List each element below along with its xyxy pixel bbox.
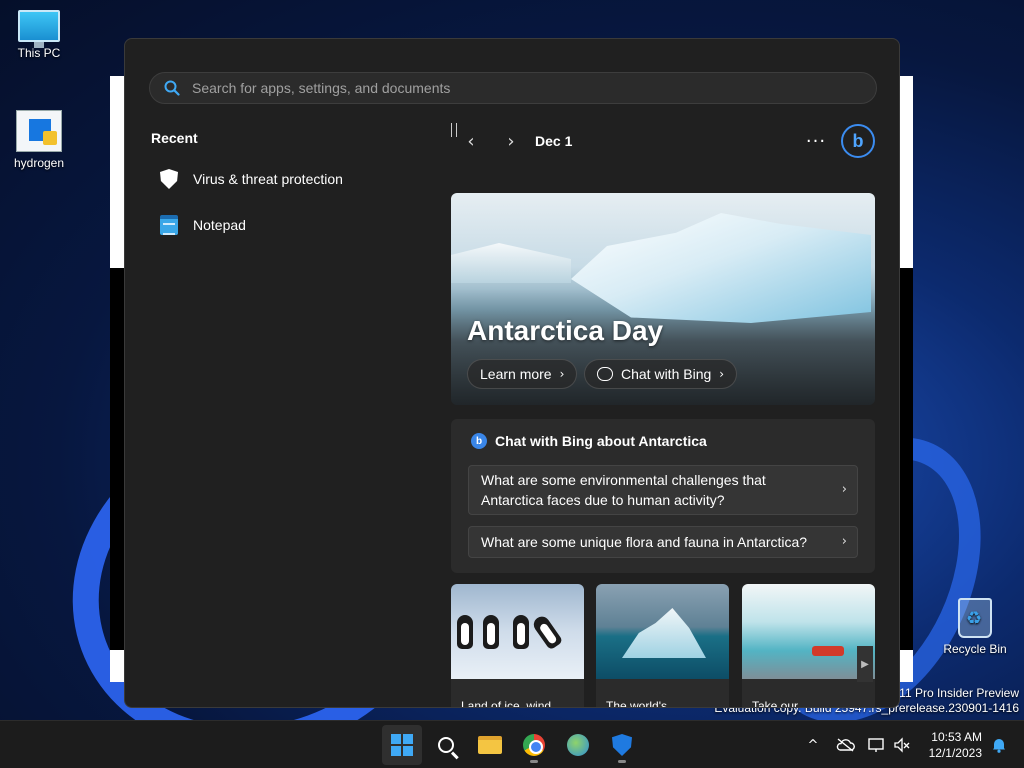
chat-with-bing-label: Chat with Bing — [621, 366, 712, 382]
search-flyout: Recent Virus & threat protection Notepad… — [124, 38, 900, 708]
system-clock[interactable]: 10:53 AM 12/1/2023 — [929, 729, 982, 761]
notifications-button[interactable] — [992, 737, 1006, 753]
recent-item-notepad[interactable]: Notepad — [151, 205, 421, 245]
story-tile[interactable]: Land of ice, wind — [451, 584, 584, 708]
tile-image-ice-cave — [742, 584, 875, 679]
story-tile[interactable]: Take our — [742, 584, 875, 708]
recent-item-virus-threat-protection[interactable]: Virus & threat protection — [151, 159, 421, 199]
tile-caption: The world's — [606, 699, 667, 708]
tile-image-penguins — [451, 584, 584, 679]
recycle-bin-icon — [958, 598, 992, 638]
folder-icon — [478, 736, 502, 754]
windows-logo-icon — [391, 734, 413, 756]
chrome-icon — [523, 734, 545, 756]
bing-question-button[interactable]: What are some unique flora and fauna in … — [468, 526, 858, 558]
network-icon — [868, 738, 884, 752]
tile-image-iceberg — [596, 584, 729, 679]
search-input[interactable] — [192, 80, 852, 96]
running-indicator — [618, 760, 626, 763]
chevron-left-icon: ‹ — [467, 130, 475, 152]
recent-item-label: Notepad — [193, 217, 246, 233]
shield-icon — [612, 734, 632, 756]
start-button[interactable] — [382, 725, 422, 765]
tiles-scroll-right-button[interactable]: ▶ — [857, 646, 873, 682]
show-hidden-icons-button[interactable]: ^ — [802, 721, 824, 768]
desktop-icon-label: Recycle Bin — [943, 642, 1007, 656]
highlights-nav: ‹ › Dec 1 ··· b — [451, 123, 875, 159]
learn-more-label: Learn more — [480, 366, 552, 382]
chevron-right-icon: › — [841, 534, 847, 549]
hero-image-ice — [451, 243, 571, 283]
chevron-right-icon: › — [841, 482, 847, 497]
learn-more-button[interactable]: Learn more › — [467, 359, 578, 389]
recent-item-label: Virus & threat protection — [193, 171, 343, 187]
bing-icon: b — [852, 130, 864, 151]
recent-heading: Recent — [151, 130, 198, 146]
taskbar: ^ 10:53 AM 12/1/2023 — [0, 720, 1024, 768]
bing-icon: b — [471, 433, 487, 449]
bing-chat-heading: b Chat with Bing about Antarctica — [471, 433, 707, 449]
desktop-icon-recycle-bin[interactable]: Recycle Bin — [940, 598, 1010, 656]
network-tray-button[interactable] — [866, 721, 888, 768]
search-box[interactable] — [149, 72, 877, 104]
desktop-icon-label: hydrogen — [13, 156, 65, 170]
story-tile[interactable]: The world's — [596, 584, 729, 708]
hero-title: Antarctica Day — [467, 315, 664, 346]
search-icon — [438, 737, 454, 753]
chat-bubble-icon — [597, 367, 613, 381]
taskbar-search-button[interactable] — [426, 725, 466, 765]
clock-time: 10:53 AM — [931, 730, 982, 744]
bing-question-text: What are some unique flora and fauna in … — [481, 534, 808, 550]
volume-muted-icon — [894, 737, 910, 753]
bing-question-button[interactable]: What are some environmental challenges t… — [468, 465, 858, 515]
bing-chat-heading-text: Chat with Bing about Antarctica — [495, 433, 707, 449]
previous-day-button[interactable]: ‹ — [451, 126, 491, 156]
bell-icon — [993, 739, 1005, 753]
more-options-button[interactable]: ··· — [801, 126, 831, 156]
hero-image-iceberg — [571, 213, 871, 323]
volume-tray-button[interactable] — [892, 721, 912, 768]
watermark-edition: s 11 Pro Insider Preview — [889, 686, 1019, 700]
globe-app-button[interactable] — [558, 725, 598, 765]
chevron-right-icon: › — [559, 367, 565, 381]
bing-button[interactable]: b — [841, 124, 875, 158]
next-day-button[interactable]: › — [491, 126, 531, 156]
cloud-icon — [836, 738, 855, 752]
desktop-icon-hydrogen[interactable]: hydrogen — [4, 110, 74, 170]
onedrive-tray-button[interactable] — [834, 721, 856, 768]
defender-button[interactable] — [602, 725, 642, 765]
tile-caption: Take our — [752, 699, 799, 708]
ellipsis-icon: ··· — [805, 130, 827, 152]
bing-chat-card: b Chat with Bing about Antarctica What a… — [451, 419, 875, 573]
desktop-icon-this-pc[interactable]: This PC — [4, 10, 74, 60]
bing-question-text: What are some environmental challenges t… — [481, 472, 766, 508]
chevron-right-icon: › — [507, 130, 515, 152]
highlight-date: Dec 1 — [535, 133, 573, 149]
clock-date: 12/1/2023 — [928, 746, 982, 760]
installer-icon — [16, 110, 62, 152]
monitor-icon — [18, 10, 60, 48]
desktop-icon-label: This PC — [17, 46, 61, 60]
hero-card[interactable]: Antarctica Day Learn more › Chat with Bi… — [451, 193, 875, 405]
shield-icon — [159, 168, 179, 190]
globe-icon — [567, 734, 589, 756]
chrome-button[interactable] — [514, 725, 554, 765]
tile-caption: Land of ice, wind — [461, 699, 552, 708]
triangle-right-icon: ▶ — [861, 658, 869, 670]
chat-with-bing-button[interactable]: Chat with Bing › — [584, 359, 738, 389]
notepad-icon — [159, 214, 179, 236]
search-icon — [164, 80, 180, 96]
chevron-up-icon: ^ — [807, 737, 819, 753]
chevron-right-icon: › — [719, 367, 725, 381]
running-indicator — [530, 760, 538, 763]
file-explorer-button[interactable] — [470, 725, 510, 765]
